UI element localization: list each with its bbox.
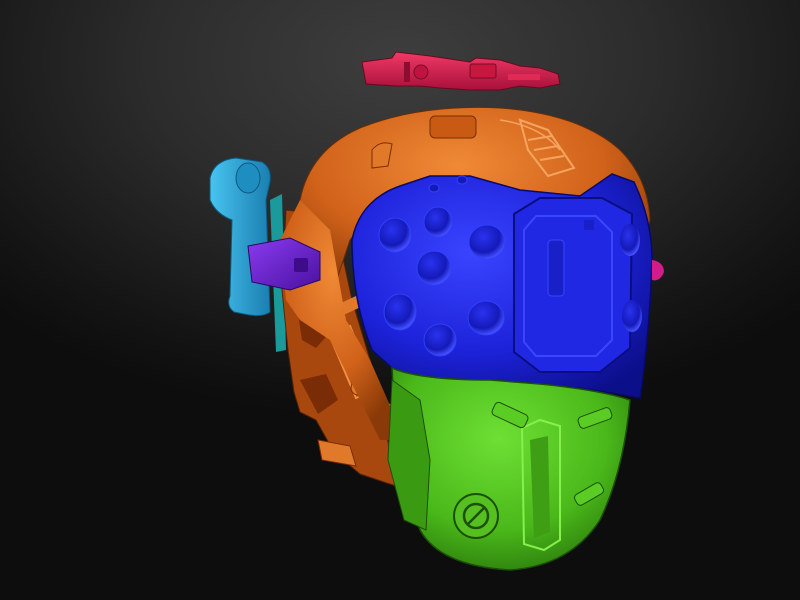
antenna-part [361, 51, 561, 91]
green-mask [387, 366, 631, 571]
side-magenta-accent [652, 260, 664, 281]
viewport [0, 0, 800, 600]
helmet-render [209, 51, 664, 571]
blue-visor [351, 173, 653, 399]
